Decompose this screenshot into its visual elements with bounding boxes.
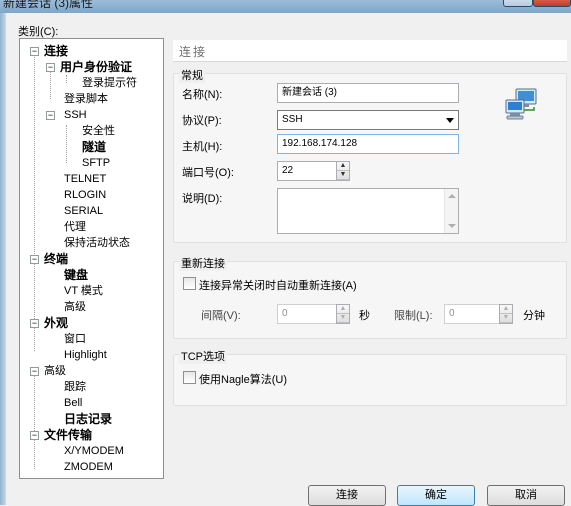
port-stepper[interactable]: ▲ ▼ xyxy=(336,161,350,181)
tree-item-keepalive[interactable]: 保持活动状态 xyxy=(64,235,130,251)
ok-button[interactable]: 确定 xyxy=(397,485,475,506)
tree-item-tunnel[interactable]: 隧道 xyxy=(82,139,106,155)
tree-item-security[interactable]: 安全性 xyxy=(82,123,115,139)
tree-item-serial[interactable]: SERIAL xyxy=(64,203,103,219)
collapse-icon[interactable]: − xyxy=(46,63,55,72)
auto-reconnect-checkbox[interactable] xyxy=(183,277,196,290)
tree-item-xymodem[interactable]: X/YMODEM xyxy=(64,443,124,459)
tree-item-ssh[interactable]: SSH xyxy=(64,107,87,123)
tree-line xyxy=(34,437,35,469)
tree-item-proxy[interactable]: 代理 xyxy=(64,219,86,235)
close-button[interactable] xyxy=(533,0,571,7)
window-frame xyxy=(0,13,6,505)
description-field[interactable] xyxy=(277,188,459,234)
tree-line xyxy=(50,69,51,99)
port-label: 端口号(O): xyxy=(182,167,234,179)
reconnect-group-title: 重新连接 xyxy=(179,255,227,271)
stepper-up-icon[interactable]: ▲ xyxy=(337,305,349,314)
chevron-down-icon[interactable] xyxy=(446,118,454,123)
collapse-icon[interactable]: − xyxy=(46,111,55,120)
tree-item-connection[interactable]: 连接 xyxy=(44,43,68,59)
protocol-select[interactable]: SSH xyxy=(277,110,459,130)
tree-line xyxy=(34,261,35,321)
tree-item-login-prompt[interactable]: 登录提示符 xyxy=(82,75,137,91)
collapse-icon[interactable]: − xyxy=(30,255,39,264)
title-bar[interactable]: 新建会话 (3)属性 xyxy=(0,0,571,13)
name-label: 名称(N): xyxy=(182,89,223,101)
network-computers-icon xyxy=(504,88,540,122)
tree-item-terminal[interactable]: 终端 xyxy=(44,251,68,267)
collapse-icon[interactable]: − xyxy=(30,319,39,328)
category-label: 类别(C): xyxy=(18,26,59,38)
stepper-up-icon[interactable]: ▲ xyxy=(500,305,512,314)
scroll-down-icon[interactable] xyxy=(448,224,456,228)
panel-title: 连接 xyxy=(179,45,208,59)
minimize-button[interactable] xyxy=(503,0,533,7)
collapse-icon[interactable]: − xyxy=(30,431,39,440)
connect-button[interactable]: 连接 xyxy=(308,485,386,506)
tree-item-appearance[interactable]: 外观 xyxy=(44,315,68,331)
description-label: 说明(D): xyxy=(182,193,223,205)
tree-line xyxy=(34,325,35,351)
limit-unit: 分钟 xyxy=(523,310,545,322)
tree-item-advanced[interactable]: 高级 xyxy=(44,363,66,379)
reconnect-group xyxy=(173,261,567,339)
tree-item-bell[interactable]: Bell xyxy=(64,395,82,411)
host-label: 主机(H): xyxy=(182,141,223,153)
stepper-down-icon[interactable]: ▼ xyxy=(337,314,349,323)
interval-stepper[interactable]: ▲ ▼ xyxy=(336,304,350,324)
auto-reconnect-label[interactable]: 连接异常关闭时自动重新连接(A) xyxy=(199,277,357,293)
interval-field[interactable]: 0 xyxy=(277,304,337,324)
general-group-title: 常规 xyxy=(179,67,205,83)
interval-label: 间隔(V): xyxy=(201,310,241,322)
tree-item-telnet[interactable]: TELNET xyxy=(64,171,106,187)
port-field[interactable]: 22 xyxy=(277,161,337,181)
protocol-label: 协议(P): xyxy=(182,115,222,127)
stepper-up-icon[interactable]: ▲ xyxy=(337,162,349,171)
category-tree[interactable]: − − − − − − − 连接 用户身份验证 登录提示符 登录脚本 SSH 安… xyxy=(19,38,164,479)
limit-stepper[interactable]: ▲ ▼ xyxy=(499,304,513,324)
tree-item-terminal-advanced[interactable]: 高级 xyxy=(64,299,86,315)
tree-line xyxy=(66,75,67,83)
tree-item-keyboard[interactable]: 键盘 xyxy=(64,267,88,283)
tree-item-sftp[interactable]: SFTP xyxy=(82,155,110,171)
window-title: 新建会话 (3)属性 xyxy=(3,0,94,10)
tree-line xyxy=(66,125,67,163)
protocol-value: SSH xyxy=(282,114,303,125)
interval-unit: 秒 xyxy=(359,310,370,322)
tree-item-logging[interactable]: 日志记录 xyxy=(64,411,112,427)
host-field[interactable]: 192.168.174.128 xyxy=(277,134,459,154)
name-field[interactable]: 新建会话 (3) xyxy=(277,83,459,103)
tree-line xyxy=(34,53,35,258)
tree-line xyxy=(34,373,35,431)
panel-header: 连接 xyxy=(173,40,567,62)
tree-item-login-script[interactable]: 登录脚本 xyxy=(64,91,108,107)
scroll-up-icon[interactable] xyxy=(448,194,456,198)
description-scrollbar[interactable] xyxy=(444,189,458,233)
limit-field[interactable]: 0 xyxy=(444,304,504,324)
tcp-group-title: TCP选项 xyxy=(179,348,227,364)
tree-item-file-transfer[interactable]: 文件传输 xyxy=(44,427,92,443)
stepper-down-icon[interactable]: ▼ xyxy=(500,314,512,323)
tree-item-trace[interactable]: 跟踪 xyxy=(64,379,86,395)
tree-item-auth[interactable]: 用户身份验证 xyxy=(60,59,132,75)
nagle-checkbox[interactable] xyxy=(183,371,196,384)
nagle-label[interactable]: 使用Nagle算法(U) xyxy=(199,371,287,387)
limit-label: 限制(L): xyxy=(394,310,433,322)
tree-item-zmodem[interactable]: ZMODEM xyxy=(64,459,113,475)
collapse-icon[interactable]: − xyxy=(30,47,39,56)
tree-item-vt-mode[interactable]: VT 模式 xyxy=(64,283,103,299)
cancel-button[interactable]: 取消 xyxy=(487,485,565,506)
tree-item-window[interactable]: 窗口 xyxy=(64,331,86,347)
tree-item-rlogin[interactable]: RLOGIN xyxy=(64,187,106,203)
tree-item-highlight[interactable]: Highlight xyxy=(64,347,107,363)
collapse-icon[interactable]: − xyxy=(30,367,39,376)
stepper-down-icon[interactable]: ▼ xyxy=(337,171,349,180)
